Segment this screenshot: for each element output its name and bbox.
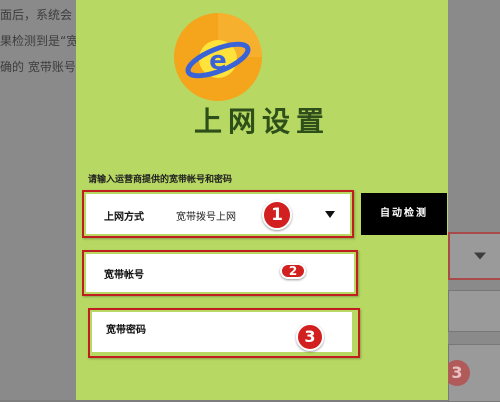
password-label: 宽带密码 xyxy=(106,325,146,336)
background-input xyxy=(448,290,500,332)
account-hint-text: 请输入运营商提供的宽带帐号和密码 xyxy=(88,175,233,185)
background-text-line-3: 确的 宽带账号 xyxy=(0,60,76,74)
background-dropdown xyxy=(448,232,500,280)
ie-globe-icon: e xyxy=(174,13,262,101)
step-badge-2: 2 xyxy=(280,263,306,279)
background-text-line-2: 果检测到是“宽 xyxy=(0,34,79,48)
caret-down-icon[interactable] xyxy=(325,211,335,218)
panel-title: 上网设置 xyxy=(193,105,330,138)
step-badge-3: 3 xyxy=(296,323,324,351)
background-caret-down-icon xyxy=(474,252,486,260)
background-text-line-1: 面后，系统会 xyxy=(0,8,73,22)
step-badge-1: 1 xyxy=(262,200,292,230)
connection-type-value: 宽带拨号上网 xyxy=(176,212,236,223)
connection-type-label: 上网方式 xyxy=(104,212,144,223)
svg-text:e: e xyxy=(209,46,227,76)
account-label: 宽带帐号 xyxy=(104,270,144,281)
auto-detect-button[interactable]: 自动检测 xyxy=(361,193,447,235)
